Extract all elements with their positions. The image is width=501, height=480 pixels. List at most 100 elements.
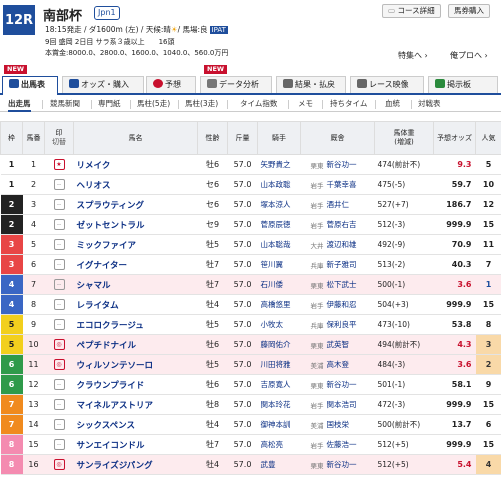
subtab-past3[interactable]: 馬柱(3走) <box>185 96 218 112</box>
trainer-link[interactable]: 高木登 <box>325 354 375 375</box>
trainer-link[interactable]: 松下武士 <box>325 274 375 295</box>
jockey-link[interactable]: 武豊 <box>257 454 301 475</box>
mark-select[interactable]: -- <box>53 399 65 410</box>
tab-video[interactable]: レース映像 <box>350 76 424 93</box>
jockey-link[interactable]: 山本政聡 <box>257 174 301 195</box>
trainer-link[interactable]: 関本浩司 <box>325 394 375 415</box>
trainer-link[interactable]: 伊藤和忍 <box>325 294 375 315</box>
subtab-pedigree[interactable]: 血統 <box>385 96 400 112</box>
jockey-link[interactable]: 高松亮 <box>257 434 301 455</box>
trainer-link[interactable]: 新谷功一 <box>325 454 375 475</box>
tab-board[interactable]: 掲示板 <box>428 76 498 93</box>
horse-name-link[interactable]: スプラウティング <box>73 194 198 215</box>
trainer-link[interactable]: 武英智 <box>325 334 375 355</box>
trainer-link[interactable]: 新子雅司 <box>325 254 375 275</box>
trainer-link[interactable]: 新谷功一 <box>325 154 375 175</box>
subtab-past5[interactable]: 馬柱(5走) <box>137 96 170 112</box>
mark-select[interactable]: -- <box>53 379 65 390</box>
mark-select[interactable]: -- <box>53 439 65 450</box>
horse-name-link[interactable]: リメイク <box>73 154 198 175</box>
horse-name-link[interactable]: エコロクラージュ <box>73 314 198 335</box>
horse-name-link[interactable]: ペプチドナイル <box>73 334 198 355</box>
horse-name-link[interactable]: ヘリオス <box>73 174 198 195</box>
jockey-link[interactable]: 山本聡哉 <box>257 234 301 255</box>
mark-cell[interactable]: -- <box>44 314 74 335</box>
tab-data-analysis[interactable]: データ分析 <box>200 76 272 93</box>
mark-select[interactable]: ◎ <box>53 359 65 370</box>
subtab-head-to-head[interactable]: 対戦表 <box>418 96 441 112</box>
mark-cell[interactable]: -- <box>44 254 74 275</box>
mark-select[interactable]: -- <box>53 299 65 310</box>
mark-cell[interactable]: -- <box>44 194 74 215</box>
jockey-link[interactable]: 小牧太 <box>257 314 301 335</box>
subtab-time-index[interactable]: タイム指数 <box>240 96 277 112</box>
mark-select[interactable]: -- <box>53 219 65 230</box>
jockey-link[interactable]: 高橋悠里 <box>257 294 301 315</box>
trainer-link[interactable]: 国枝栄 <box>325 414 375 435</box>
jockey-link[interactable]: 菅原辰徳 <box>257 214 301 235</box>
subtab-best-time[interactable]: 持ちタイム <box>330 96 367 112</box>
mark-cell[interactable]: ★ <box>44 154 74 175</box>
horse-name-link[interactable]: マイネルアストリア <box>73 394 198 415</box>
mark-select[interactable]: ◎ <box>53 459 65 470</box>
trainer-link[interactable]: 菅原右吉 <box>325 214 375 235</box>
mark-toggle[interactable]: 切替 <box>52 138 66 146</box>
jockey-link[interactable]: 笹川翼 <box>257 254 301 275</box>
mark-select[interactable]: -- <box>53 239 65 250</box>
subtab-runners[interactable]: 出走馬 <box>8 96 31 112</box>
mark-select[interactable]: -- <box>53 259 65 270</box>
horse-name-link[interactable]: クラウンプライド <box>73 374 198 395</box>
mark-select[interactable]: -- <box>53 199 65 210</box>
tab-results[interactable]: 結果・払戻 <box>276 76 346 93</box>
jockey-link[interactable]: 川田将雅 <box>257 354 301 375</box>
trainer-link[interactable]: 千葉幸喜 <box>325 174 375 195</box>
trainer-link[interactable]: 保利良平 <box>325 314 375 335</box>
trainer-link[interactable]: 佐藤浩一 <box>325 434 375 455</box>
mark-cell[interactable]: -- <box>44 374 74 395</box>
jockey-link[interactable]: 石川倭 <box>257 274 301 295</box>
mark-cell[interactable]: ◎ <box>44 354 74 375</box>
ipat-badge[interactable]: IPAT <box>209 26 228 34</box>
mark-cell[interactable]: -- <box>44 174 74 195</box>
tab-prediction[interactable]: 予想 <box>146 76 196 93</box>
mark-cell[interactable]: -- <box>44 294 74 315</box>
jockey-link[interactable]: 御神本訓 <box>257 414 301 435</box>
mark-cell[interactable]: ◎ <box>44 454 74 475</box>
mark-select[interactable]: ◎ <box>53 339 65 350</box>
horse-name-link[interactable]: イグナイター <box>73 254 198 275</box>
mark-cell[interactable]: -- <box>44 274 74 295</box>
horse-name-link[interactable]: ゼットセントラル <box>73 214 198 235</box>
jockey-link[interactable]: 吉原寛人 <box>257 374 301 395</box>
horse-name-link[interactable]: サンエイコンドル <box>73 434 198 455</box>
jockey-link[interactable]: 藤岡佑介 <box>257 334 301 355</box>
course-detail-button[interactable]: ▭ コース詳細 <box>382 4 441 18</box>
horse-name-link[interactable]: シャマル <box>73 274 198 295</box>
ore-pro-link[interactable]: 俺プロへ › <box>450 50 488 61</box>
trainer-link[interactable]: 渡辺和雄 <box>325 234 375 255</box>
col-mark[interactable]: 印切替 <box>44 121 74 155</box>
jockey-link[interactable]: 矢野貴之 <box>257 154 301 175</box>
mark-select[interactable]: -- <box>53 419 65 430</box>
mark-select[interactable]: -- <box>53 279 65 290</box>
subtab-memo[interactable]: メモ <box>298 96 313 112</box>
subtab-newspaper[interactable]: 競馬新聞 <box>50 96 80 112</box>
tab-entries[interactable]: 出馬表 <box>2 76 58 95</box>
mark-cell[interactable]: -- <box>44 214 74 235</box>
tab-odds[interactable]: オッズ・購入 <box>62 76 144 93</box>
horse-name-link[interactable]: ミックファイア <box>73 234 198 255</box>
mark-cell[interactable]: ◎ <box>44 334 74 355</box>
mark-cell[interactable]: -- <box>44 414 74 435</box>
buy-ticket-button[interactable]: 馬券購入 <box>448 4 490 18</box>
subtab-specialist[interactable]: 専門紙 <box>98 96 121 112</box>
jockey-link[interactable]: 塚本涼人 <box>257 194 301 215</box>
jockey-link[interactable]: 関本玲花 <box>257 394 301 415</box>
mark-select[interactable]: -- <box>53 179 65 190</box>
mark-cell[interactable]: -- <box>44 234 74 255</box>
horse-name-link[interactable]: シックスペンス <box>73 414 198 435</box>
horse-name-link[interactable]: ウィルソンテソーロ <box>73 354 198 375</box>
mark-cell[interactable]: -- <box>44 434 74 455</box>
mark-select[interactable]: ★ <box>53 159 65 170</box>
feature-link[interactable]: 特集へ › <box>398 50 428 61</box>
trainer-link[interactable]: 酒井仁 <box>325 194 375 215</box>
trainer-link[interactable]: 新谷功一 <box>325 374 375 395</box>
